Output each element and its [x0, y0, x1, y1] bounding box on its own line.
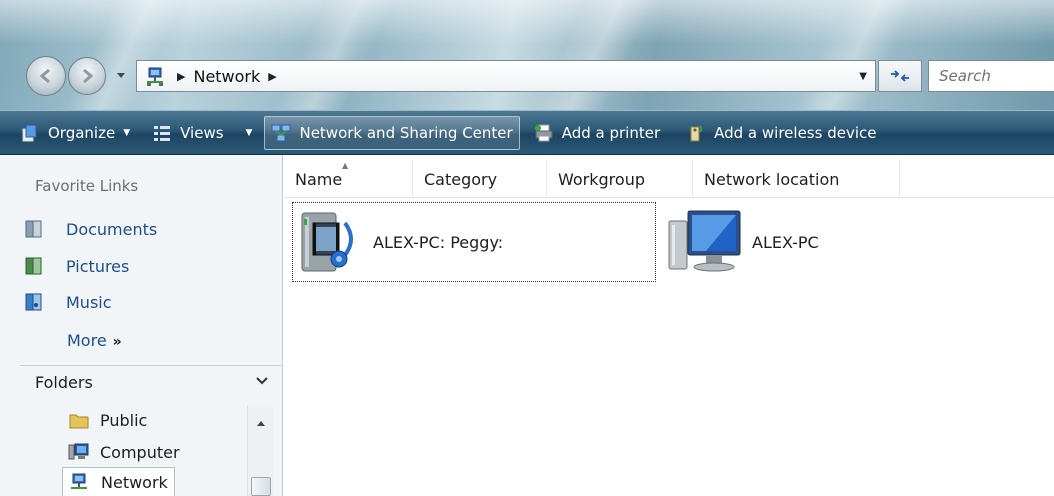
folder-tree-item-public[interactable]: Public	[68, 405, 147, 435]
folder-tree-item-network[interactable]: Network	[62, 467, 175, 496]
search-input[interactable]: Search	[928, 60, 1054, 92]
views-button[interactable]: Views ▼	[146, 116, 258, 150]
folders-heading: Folders	[35, 373, 93, 392]
printer-icon	[534, 124, 553, 141]
favorite-link-label: Documents	[66, 219, 158, 239]
network-icon	[147, 67, 163, 86]
column-header-name[interactable]: ▲ Name	[284, 160, 413, 198]
column-header-label: Category	[424, 169, 498, 189]
command-bar: Organize ▼ Views ▼ Network and Sharing C…	[0, 110, 1054, 155]
favorite-links-heading: Favorite Links	[35, 177, 139, 195]
folders-header[interactable]: Folders	[20, 365, 283, 399]
folder-tree-item-computer[interactable]: Computer	[68, 437, 180, 467]
network-item-label: ALEX-PC: Peggy:	[373, 232, 504, 252]
column-header-label: Workgroup	[558, 169, 645, 189]
views-label: Views	[180, 123, 224, 142]
network-sharing-center-button[interactable]: Network and Sharing Center	[264, 115, 520, 150]
scrollbar-thumb[interactable]	[251, 477, 271, 496]
network-item-media-server[interactable]: ALEX-PC: Peggy:	[292, 202, 656, 282]
column-header-network-location[interactable]: Network location	[693, 160, 900, 198]
network-sharing-label: Network and Sharing Center	[299, 123, 513, 142]
window-frame	[0, 0, 1054, 110]
recent-pages-dropdown-icon[interactable]	[116, 70, 126, 80]
views-dropdown-icon: ▼	[245, 127, 253, 138]
scroll-up-icon[interactable]	[256, 419, 266, 427]
sort-indicator-icon: ▲	[342, 161, 349, 170]
forward-arrow-icon	[83, 68, 94, 84]
pictures-icon	[25, 257, 42, 275]
network-icon	[71, 473, 87, 489]
music-icon	[25, 293, 42, 311]
column-header-label: Network location	[704, 169, 840, 189]
views-icon	[154, 125, 171, 141]
breadcrumb-separator-icon[interactable]: ▶	[268, 70, 276, 83]
add-wireless-device-button[interactable]: Add a wireless device	[680, 116, 882, 150]
back-arrow-icon	[39, 68, 50, 84]
folder-icon	[69, 414, 89, 429]
computer-icon	[68, 443, 89, 460]
favorite-link-label: Music	[66, 292, 112, 312]
favorite-link-label: Pictures	[66, 256, 130, 276]
chevron-down-icon[interactable]	[255, 374, 269, 388]
favorite-link-pictures[interactable]: Pictures	[24, 256, 129, 276]
network-item-computer[interactable]: ALEX-PC	[666, 206, 819, 278]
column-header-category[interactable]: Category	[413, 160, 547, 198]
navigation-pane: Favorite Links Documents Pictures Music …	[0, 155, 283, 496]
forward-button[interactable]	[68, 57, 106, 95]
back-button[interactable]	[26, 56, 66, 96]
add-printer-label: Add a printer	[561, 123, 661, 142]
network-sharing-icon	[271, 124, 291, 141]
column-header-label: Name	[295, 169, 343, 189]
add-printer-button[interactable]: Add a printer	[528, 116, 666, 150]
documents-icon	[25, 220, 42, 238]
address-dropdown-icon[interactable]: ▼	[859, 71, 867, 82]
computer-icon	[668, 210, 741, 272]
wireless-device-icon	[690, 124, 703, 141]
organize-icon	[22, 124, 37, 141]
column-header-row: ▲ Name Category Workgroup Network locati…	[284, 160, 1054, 198]
folder-tree-label: Public	[100, 410, 148, 430]
folders-scrollbar[interactable]	[247, 405, 273, 496]
column-header-workgroup[interactable]: Workgroup	[547, 160, 693, 198]
refresh-button[interactable]	[878, 60, 922, 92]
media-server-icon	[301, 212, 353, 272]
network-item-label: ALEX-PC	[752, 232, 819, 252]
double-chevron-icon: »	[112, 334, 122, 350]
address-bar[interactable]: ▶ Network ▶ ▼	[136, 60, 876, 92]
folder-tree-label: Network	[101, 472, 168, 492]
folder-tree-label: Computer	[100, 442, 180, 462]
organize-button[interactable]: Organize ▼	[14, 116, 136, 150]
add-wireless-label: Add a wireless device	[714, 123, 877, 142]
organize-dropdown-icon: ▼	[123, 127, 131, 138]
more-favorites-link[interactable]: More »	[67, 331, 122, 350]
breadcrumb-network[interactable]: Network	[193, 67, 260, 86]
organize-label: Organize	[48, 123, 116, 142]
breadcrumb-separator-icon[interactable]: ▶	[177, 70, 185, 83]
favorite-link-documents[interactable]: Documents	[24, 219, 157, 239]
refresh-icon	[891, 70, 909, 82]
more-label: More	[67, 331, 107, 350]
favorite-link-music[interactable]: Music	[24, 292, 112, 312]
